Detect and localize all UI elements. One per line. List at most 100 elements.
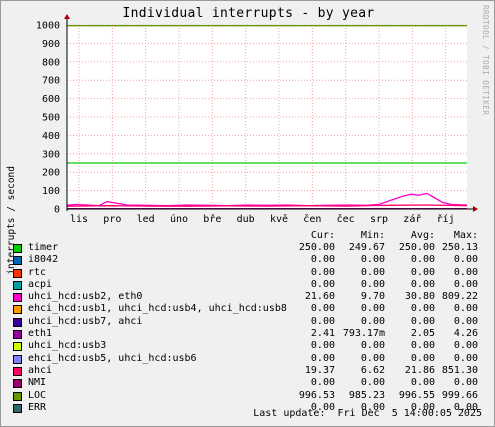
legend-value-cur: 0.00 — [310, 266, 335, 278]
legend-swatch — [13, 366, 22, 376]
legend-row: rtc 0.00 0.00 0.00 0.00 — [1, 266, 494, 279]
y-tick-label: 300 — [42, 149, 60, 160]
graph-frame: Individual interrupts - by year RRDTOOL … — [0, 0, 495, 427]
legend-value-cur: 250.00 — [298, 242, 335, 253]
legend-value-min: 9.70 — [360, 291, 385, 303]
legend-series-name: uhci_hcd:usb3 — [28, 340, 107, 352]
legend-row: timer 250.00 249.67 250.00 250.13 — [1, 242, 494, 254]
y-tick-label: 500 — [42, 113, 60, 124]
legend-value-min: 6.62 — [360, 364, 385, 376]
legend-value-min: 0.00 — [360, 352, 385, 364]
x-tick-label: čen — [303, 213, 321, 225]
legend-swatch — [13, 317, 22, 327]
legend-value-cur: 21.60 — [304, 291, 335, 303]
legend-row: uhci_hcd:usb3 0.00 0.00 0.00 0.00 — [1, 340, 494, 352]
legend-value-min: 793.17m — [342, 328, 385, 340]
legend-series-name: ERR — [28, 401, 47, 413]
legend-swatch — [13, 379, 22, 389]
legend-swatch — [13, 256, 22, 266]
x-tick-label: říj — [437, 213, 455, 225]
x-tick-label: čec — [337, 213, 355, 225]
legend-value-max: 999.66 — [441, 389, 478, 401]
legend-value-min: 0.00 — [360, 254, 385, 266]
legend-row: i8042 0.00 0.00 0.00 0.00 — [1, 254, 494, 266]
legend-row: ahci 19.37 6.62 21.86 851.30 — [1, 364, 494, 377]
legend-series-name: LOC — [28, 389, 47, 401]
legend-header-cur: Cur: — [310, 230, 335, 241]
legend-value-max: 809.22 — [441, 291, 478, 303]
legend-value-cur: 996.53 — [298, 389, 335, 401]
legend-swatch — [13, 403, 22, 413]
legend-swatch — [13, 244, 22, 253]
legend-row: LOC 996.53 985.23 996.55 999.66 — [1, 389, 494, 402]
legend-header-min: Min: — [360, 230, 385, 241]
y-tick-label: 0 — [54, 205, 60, 216]
legend-series-name: i8042 — [28, 254, 59, 266]
legend-value-cur: 19.37 — [304, 364, 335, 376]
legend-series-name: timer — [28, 242, 59, 253]
y-tick-label: 600 — [42, 94, 60, 105]
x-tick-label: zář — [403, 213, 421, 225]
legend-value-cur: 0.00 — [310, 278, 335, 290]
y-tick-label: 900 — [42, 39, 60, 50]
legend-value-max: 0.00 — [453, 303, 478, 315]
legend-value-max: 0.00 — [453, 377, 478, 389]
legend-value-cur: 0.00 — [310, 254, 335, 266]
legend-series-name: uhci_hcd:usb7, ahci — [28, 315, 143, 327]
legend-row: NMI 0.00 0.00 0.00 0.00 — [1, 377, 494, 389]
x-tick-label: úno — [170, 213, 188, 225]
legend-swatch — [13, 342, 22, 352]
legend-swatch — [13, 354, 22, 364]
legend-swatch — [13, 305, 22, 315]
x-axis-arrow — [473, 206, 478, 212]
x-tick-label: srp — [370, 214, 388, 225]
legend-value-max: 0.00 — [453, 266, 478, 278]
x-tick-label: bře — [203, 213, 221, 225]
legend-row: uhci_hcd:usb7, ahci 0.00 0.00 0.00 0.00 — [1, 315, 494, 328]
x-tick-label: dub — [237, 214, 255, 225]
legend: timer 250.00 249.67 250.00 250.13 i8042 0.00 0.… — [1, 242, 494, 414]
legend-value-max: 0.00 — [453, 340, 478, 352]
legend-value-cur: 0.00 — [310, 315, 335, 327]
legend-value-max: 0.00 — [453, 278, 478, 290]
legend-value-cur: 0.00 — [310, 340, 335, 352]
legend-row: uhci_hcd:usb2, eth0 21.60 9.70 30.80 809.22 — [1, 291, 494, 303]
legend-swatch — [13, 293, 22, 303]
legend-value-cur: 2.41 — [310, 328, 335, 340]
legend-row: ehci_hcd:usb1, uhci_hcd:usb4, uhci_hcd:u… — [1, 303, 494, 315]
y-axis-arrow — [64, 14, 70, 19]
legend-value-max: 250.13 — [441, 242, 478, 253]
legend-value-cur: 0.00 — [310, 352, 335, 364]
legend-series-name: rtc — [28, 266, 47, 278]
legend-value-min: 0.00 — [360, 377, 385, 389]
legend-value-min: 0.00 — [360, 266, 385, 278]
x-tick-label: pro — [103, 214, 121, 225]
y-tick-label: 400 — [42, 131, 60, 142]
legend-swatch — [13, 391, 22, 401]
legend-series-name: ehci_hcd:usb1, uhci_hcd:usb4, uhci_hcd:u… — [28, 303, 287, 315]
last-update: Last update: Fri Dec 5 14:00:05 2025 — [253, 408, 482, 419]
legend-value-min: 0.00 — [360, 303, 385, 315]
legend-value-min: 985.23 — [348, 389, 385, 401]
legend-row: eth1 2.41 793.17m 2.05 4.26 — [1, 328, 494, 340]
legend-value-min: 0.00 — [360, 315, 385, 327]
x-tick-label: lis — [70, 214, 88, 225]
y-tick-label: 1000 — [36, 21, 60, 32]
legend-value-cur: 0.00 — [310, 303, 335, 315]
y-tick-label: 200 — [42, 168, 60, 179]
legend-series-name: acpi — [28, 278, 53, 290]
legend-series-name: ahci — [28, 364, 53, 376]
legend-value-min: 0.00 — [360, 278, 385, 290]
legend-value-min: 0.00 — [360, 340, 385, 352]
legend-row: acpi 0.00 0.00 0.00 0.00 — [1, 278, 494, 291]
y-tick-label: 700 — [42, 76, 60, 87]
legend-value-max: 0.00 — [453, 352, 478, 364]
legend-value-max: 4.26 — [453, 328, 478, 340]
legend-value-max: 0.00 — [453, 315, 478, 327]
legend-swatch — [13, 330, 22, 340]
legend-swatch — [13, 268, 22, 278]
legend-value-min: 249.67 — [348, 242, 385, 253]
legend-series-name: ehci_hcd:usb5, uhci_hcd:usb6 — [28, 352, 197, 364]
legend-series-name: uhci_hcd:usb2, eth0 — [28, 291, 143, 303]
legend-value-max: 851.30 — [441, 364, 478, 376]
